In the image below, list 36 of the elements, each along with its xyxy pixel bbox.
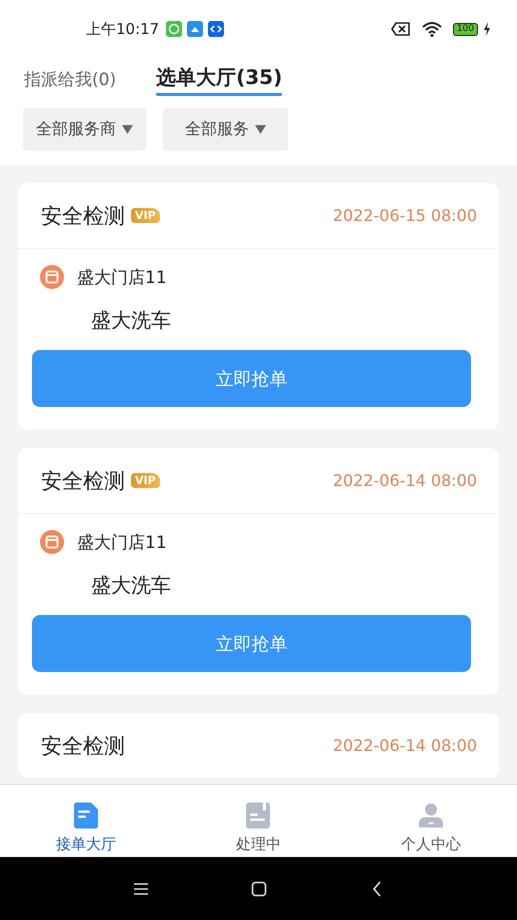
document-icon — [74, 802, 98, 829]
order-title: 安全检测 — [41, 202, 125, 230]
caret-icon — [122, 125, 133, 134]
service-name: 盛大洗车 — [91, 572, 172, 599]
nav-tab[interactable]: 接单大厅 — [0, 785, 172, 857]
store-icon — [40, 265, 64, 289]
order-time: 2022-06-15 08:00 — [332, 206, 477, 225]
charging-icon — [483, 22, 491, 36]
person-icon — [418, 802, 443, 829]
store-icon — [40, 530, 64, 554]
caret-icon — [255, 125, 266, 134]
notebook-icon — [246, 802, 270, 829]
tab[interactable]: 选单大厅(35) — [156, 64, 282, 96]
vip-badge: VIP — [131, 473, 160, 488]
filter-dropdown[interactable]: 全部服务 — [163, 108, 288, 151]
home-icon[interactable] — [250, 880, 266, 896]
battery-indicator: 100 — [452, 22, 478, 36]
app-icon — [187, 21, 204, 37]
chat-app-icon — [166, 21, 182, 37]
tab[interactable]: 指派给我(0) — [24, 68, 116, 92]
filter-dropdown[interactable]: 全部服务商 — [23, 108, 146, 151]
order-title: 安全检测 — [41, 732, 125, 760]
code-app-icon — [208, 21, 224, 37]
status-time: 上午10:17 — [86, 20, 160, 38]
order-time: 2022-06-14 08:00 — [332, 471, 477, 490]
nav-tab[interactable]: 处理中 — [172, 785, 345, 857]
order-time: 2022-06-14 08:00 — [332, 736, 477, 755]
wifi-icon — [422, 21, 442, 37]
vip-badge: VIP — [131, 208, 160, 223]
menu-icon[interactable] — [132, 880, 148, 896]
nav-tab[interactable]: 个人中心 — [344, 785, 517, 857]
store-name: 盛大门店11 — [77, 532, 167, 554]
service-name: 盛大洗车 — [91, 307, 172, 334]
store-name: 盛大门店11 — [77, 266, 167, 288]
order-title: 安全检测 — [41, 468, 125, 494]
no-sim-icon — [390, 21, 411, 37]
